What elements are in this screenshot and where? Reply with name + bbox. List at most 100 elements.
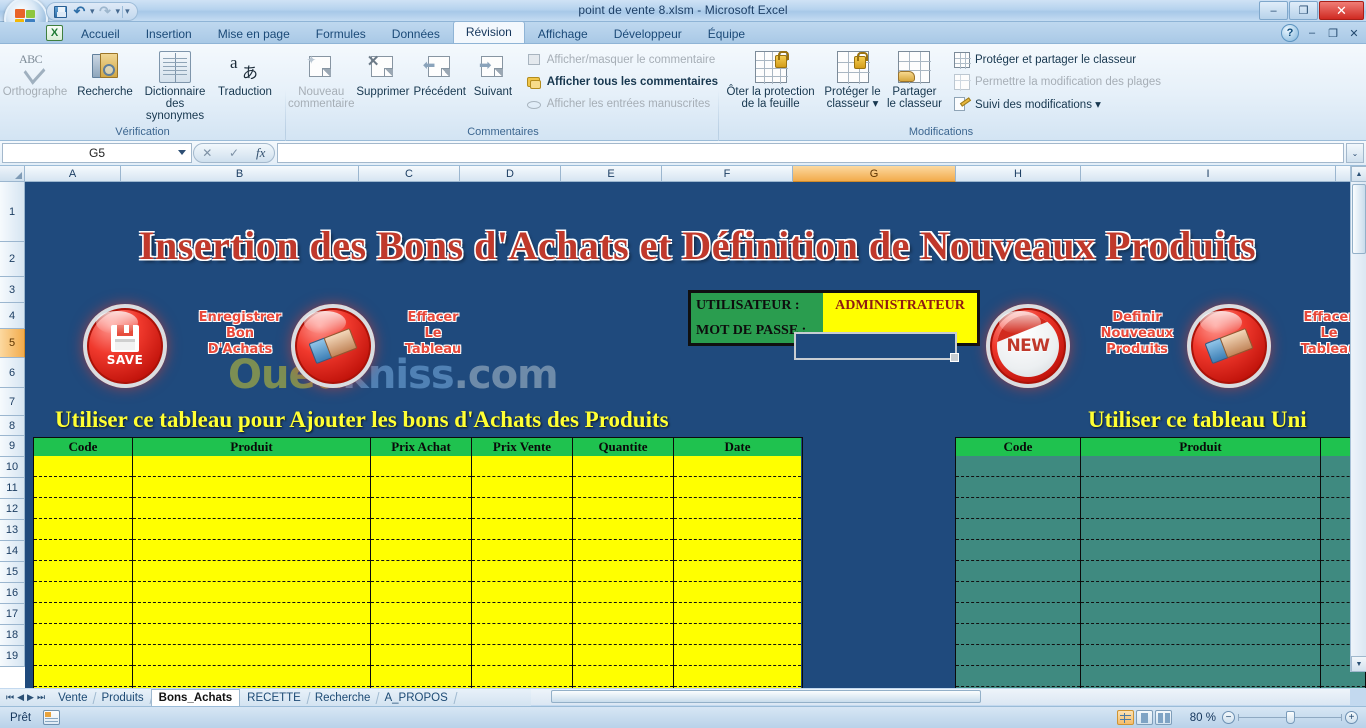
horizontal-scroll-thumb[interactable] [551, 690, 981, 703]
row-header-19[interactable]: 19 [0, 646, 25, 667]
dictionnaire-synonymes-button[interactable]: Dictionnaire des synonymes [140, 46, 210, 122]
row-header-3[interactable]: 3 [0, 277, 25, 303]
formula-input[interactable] [277, 143, 1344, 163]
redo-icon[interactable]: ↷ [97, 3, 114, 20]
insert-function-icon[interactable]: fx [247, 145, 274, 161]
table-column-quantite[interactable] [573, 456, 674, 688]
zoom-thumb[interactable] [1286, 711, 1295, 724]
tab-revision[interactable]: Révision [452, 21, 525, 43]
active-cell-g5[interactable] [794, 332, 959, 362]
column-header-d[interactable]: D [460, 166, 561, 182]
row-header-6[interactable]: 6 [0, 358, 25, 388]
record-macro-icon[interactable] [43, 710, 61, 725]
table-column-right-produit[interactable] [1081, 456, 1321, 688]
page-break-view-icon[interactable] [1155, 710, 1172, 725]
nouveau-commentaire-button[interactable]: ✦ Nouveau commentaire [288, 46, 354, 110]
minimize-button[interactable]: – [1259, 1, 1288, 20]
first-sheet-icon[interactable]: ⏮ [6, 692, 14, 703]
column-header-e[interactable]: E [561, 166, 662, 182]
tab-accueil[interactable]: Accueil [68, 23, 133, 43]
last-sheet-icon[interactable]: ⏭ [37, 692, 45, 703]
sheet-tab-vente[interactable]: Vente [51, 690, 94, 706]
tab-mise-en-page[interactable]: Mise en page [205, 23, 303, 43]
next-sheet-icon[interactable]: ▶ [27, 692, 34, 703]
recherche-button[interactable]: Recherche [70, 46, 140, 98]
proteger-classeur-button[interactable]: Protéger le classeur ▾ [820, 46, 885, 110]
select-all-corner[interactable] [0, 166, 25, 182]
scroll-down-icon[interactable]: ▼ [1351, 656, 1366, 672]
column-header-h[interactable]: H [956, 166, 1081, 182]
row-header-13[interactable]: 13 [0, 520, 25, 541]
table-column-produit[interactable] [133, 456, 371, 688]
orthographe-button[interactable]: Orthographe [0, 46, 70, 98]
row-header-11[interactable]: 11 [0, 478, 25, 499]
row-header-4[interactable]: 4 [0, 303, 25, 329]
row-header-12[interactable]: 12 [0, 499, 25, 520]
row-header-16[interactable]: 16 [0, 583, 25, 604]
scroll-up-icon[interactable]: ▲ [1351, 166, 1366, 182]
precedent-commentaire-button[interactable]: ⬅ Précédent [411, 46, 468, 98]
column-header-i[interactable]: I [1081, 166, 1336, 182]
cancel-formula-icon[interactable]: ✕ [194, 146, 221, 160]
traduction-button[interactable]: Traduction [210, 46, 280, 98]
tab-formules[interactable]: Formules [303, 23, 379, 43]
customize-qat-icon[interactable]: ▾ [125, 6, 130, 17]
afficher-tous-commentaires-item[interactable]: Afficher tous les commentaires [522, 71, 718, 93]
table-column-right-code[interactable] [956, 456, 1081, 688]
table-column-code[interactable] [34, 456, 133, 688]
zoom-level[interactable]: 80 % [1178, 712, 1216, 724]
column-header-c[interactable]: C [359, 166, 460, 182]
page-layout-view-icon[interactable] [1136, 710, 1153, 725]
minimize-ribbon-icon[interactable]: – [1304, 25, 1320, 41]
row-header-14[interactable]: 14 [0, 541, 25, 562]
zoom-in-icon[interactable]: + [1345, 711, 1358, 724]
undo-dropdown-icon[interactable]: ▾ [90, 6, 95, 17]
restore-ribbon-icon[interactable]: ❐ [1325, 25, 1341, 41]
table-column-date[interactable] [674, 456, 801, 688]
maximize-button[interactable]: ❐ [1289, 1, 1318, 20]
suivi-modifications-item[interactable]: Suivi des modifications ▾ [950, 93, 1161, 115]
row-header-7[interactable]: 7 [0, 388, 25, 416]
oter-protection-feuille-button[interactable]: Ôter la protection de la feuille [721, 46, 820, 110]
zoom-track[interactable] [1238, 711, 1342, 724]
horizontal-scrollbar[interactable] [531, 689, 1350, 705]
redo-dropdown-icon[interactable]: ▾ [116, 6, 121, 17]
column-header-b[interactable]: B [121, 166, 359, 182]
undo-icon[interactable]: ↶ [71, 3, 88, 20]
sheet-tab-bons-achats[interactable]: Bons_Achats [150, 689, 241, 706]
afficher-masquer-commentaire-item[interactable]: Afficher/masquer le commentaire [522, 49, 718, 71]
confirm-formula-icon[interactable]: ✓ [221, 146, 248, 160]
vertical-scrollbar[interactable]: ▲ ▼ [1350, 166, 1366, 672]
enregistrer-bon-achats-button[interactable]: SAVE [83, 304, 167, 388]
row-header-5[interactable]: 5 [0, 329, 25, 358]
zoom-out-icon[interactable]: − [1222, 711, 1235, 724]
expand-formula-bar-icon[interactable]: ⌄ [1346, 143, 1364, 163]
effacer-tableau-droite-button[interactable] [1187, 304, 1271, 388]
prev-sheet-icon[interactable]: ◀ [17, 692, 24, 703]
permettre-modification-plages-item[interactable]: Permettre la modification des plages [950, 71, 1161, 93]
close-document-icon[interactable]: ✕ [1346, 25, 1362, 41]
table-column-prix-achat[interactable] [371, 456, 472, 688]
table-column-prix-vente[interactable] [472, 456, 573, 688]
help-icon[interactable]: ? [1281, 24, 1299, 42]
tab-insertion[interactable]: Insertion [133, 23, 205, 43]
column-header-a[interactable]: A [25, 166, 121, 182]
zoom-slider[interactable]: − + [1222, 711, 1358, 724]
tab-equipe[interactable]: Équipe [695, 23, 758, 43]
definir-nouveaux-produits-button[interactable]: NEW [986, 304, 1070, 388]
row-header-2[interactable]: 2 [0, 242, 25, 277]
sheet-tab-a-propos[interactable]: A_PROPOS [377, 690, 454, 706]
utilisateur-value[interactable]: ADMINISTRATEUR [823, 293, 977, 318]
row-header-15[interactable]: 15 [0, 562, 25, 583]
sheet-tab-recette[interactable]: RECETTE [240, 690, 308, 706]
row-header-10[interactable]: 10 [0, 457, 25, 478]
row-header-1[interactable]: 1 [0, 182, 25, 242]
normal-view-icon[interactable] [1117, 710, 1134, 725]
row-header-17[interactable]: 17 [0, 604, 25, 625]
row-header-8[interactable]: 8 [0, 416, 25, 436]
name-box-dropdown-icon[interactable] [178, 150, 186, 155]
name-box[interactable]: G5 [2, 143, 192, 163]
row-header-9[interactable]: 9 [0, 436, 25, 457]
tab-donnees[interactable]: Données [379, 23, 453, 43]
tab-affichage[interactable]: Affichage [525, 23, 601, 43]
